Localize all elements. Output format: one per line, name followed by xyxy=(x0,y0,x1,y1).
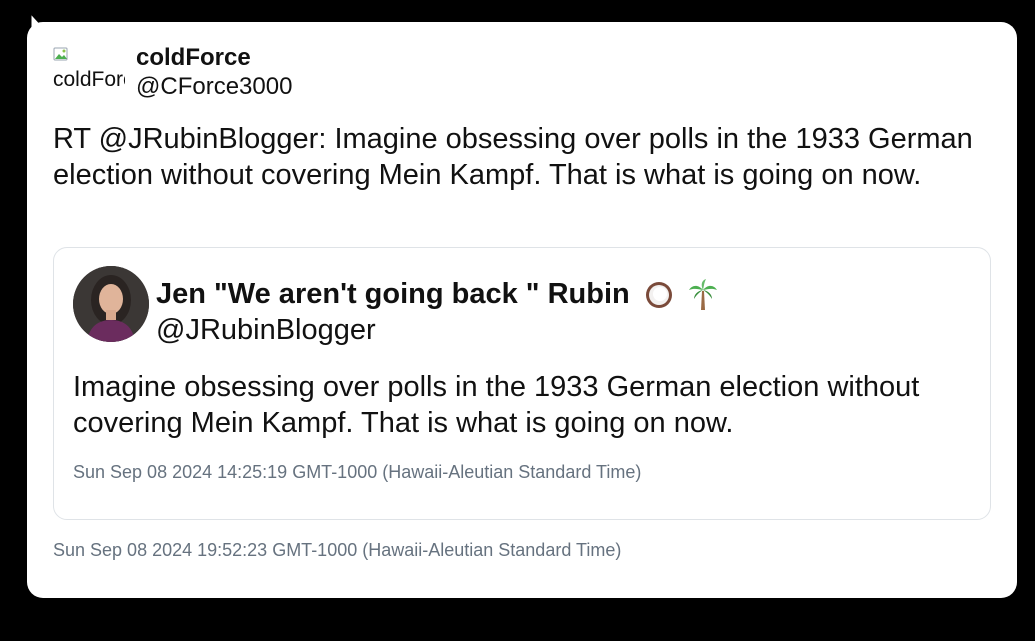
avatar-portrait-icon xyxy=(73,266,149,342)
quoted-author-name-text: Jen "We aren't going back " Rubin xyxy=(156,278,630,310)
quoted-author-handle[interactable]: @JRubinBlogger xyxy=(156,312,376,348)
tweet-text: RT @JRubinBlogger: Imagine obsessing ove… xyxy=(53,123,973,191)
tweet-card: coldForce coldForce @CForce3000 RT @JRub… xyxy=(27,22,1017,598)
quoted-author-avatar[interactable] xyxy=(73,266,149,342)
quoted-author-name[interactable]: Jen "We aren't going back " Rubin xyxy=(156,276,718,312)
author-name[interactable]: coldForce xyxy=(136,43,251,73)
quoted-tweet[interactable]: Jen "We aren't going back " Rubin @JRubi… xyxy=(53,247,991,520)
coconut-icon xyxy=(645,282,672,309)
avatar-alt-text: coldForce xyxy=(53,68,125,91)
quoted-tweet-text: Imagine obsessing over polls in the 1933… xyxy=(73,371,920,439)
author-handle[interactable]: @CForce3000 xyxy=(136,72,292,102)
quoted-tweet-timestamp[interactable]: Sun Sep 08 2024 14:25:19 GMT-1000 (Hawai… xyxy=(73,461,641,483)
broken-image-icon xyxy=(53,47,68,61)
author-avatar[interactable]: coldForce xyxy=(53,46,125,94)
tweet-timestamp[interactable]: Sun Sep 08 2024 19:52:23 GMT-1000 (Hawai… xyxy=(53,539,621,561)
palm-tree-icon xyxy=(688,279,717,311)
